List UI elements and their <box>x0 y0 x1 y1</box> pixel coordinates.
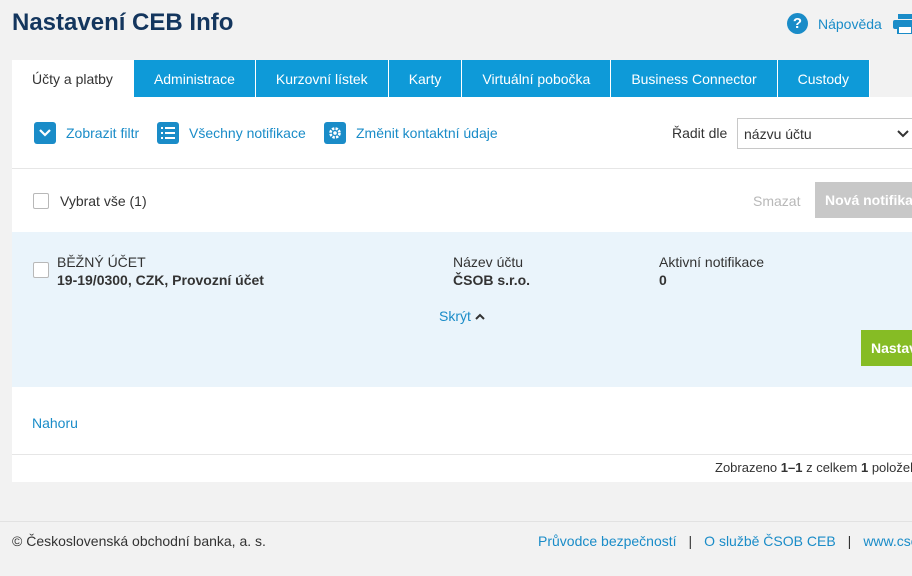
footer-link-website[interactable]: www.csob.cz <box>863 533 912 549</box>
sort-select-value: názvu účtu <box>744 125 812 142</box>
delete-button[interactable]: Smazat <box>753 193 800 209</box>
chevron-down-icon <box>34 122 56 144</box>
pagination-prefix: Zobrazeno <box>715 460 781 475</box>
footer: © Československá obchodní banka, a. s. P… <box>0 521 912 576</box>
footer-links: Průvodce bezpečností | O službě ČSOB CEB… <box>538 533 912 549</box>
show-filter-label: Zobrazit filtr <box>66 125 140 141</box>
chevron-down-icon <box>897 126 909 141</box>
gear-icon <box>324 122 346 144</box>
selection-bar: Vybrat vše (1) Smazat Nová notifikace <box>12 169 912 232</box>
pagination-range: 1–1 <box>780 460 803 475</box>
select-all-label: Vybrat vše (1) <box>60 193 147 209</box>
help-icon: ? <box>787 13 808 34</box>
account-name-value: ČSOB s.r.o. <box>453 272 531 288</box>
new-notification-button[interactable]: Nová notifikace <box>815 182 912 218</box>
footer-link-about-service[interactable]: O službě ČSOB CEB <box>704 533 836 549</box>
active-notifications-label: Aktivní notifikace <box>659 254 765 270</box>
change-contact-button[interactable]: Změnit kontaktní údaje <box>324 122 498 144</box>
list-icon <box>157 122 179 144</box>
account-number: 19-19/0300, CZK, Provozní účet <box>57 272 264 288</box>
account-row-checkbox[interactable] <box>33 262 49 278</box>
hide-label: Skrýt <box>439 308 471 324</box>
tab-custody[interactable]: Custody <box>777 60 870 97</box>
show-filter-button[interactable]: Zobrazit filtr <box>34 122 139 144</box>
tab-virtual-branch[interactable]: Virtuální pobočka <box>462 60 612 97</box>
toolbar: Zobrazit filtr Všechny notifikace Změnit… <box>12 97 912 169</box>
footer-separator: | <box>688 533 693 549</box>
all-notifications-button[interactable]: Všechny notifikace <box>157 122 306 144</box>
change-contact-label: Změnit kontaktní údaje <box>356 125 498 141</box>
help-link[interactable]: ? Nápověda <box>787 13 882 34</box>
tab-exchange-rates[interactable]: Kurzovní lístek <box>255 60 389 97</box>
sort-select[interactable]: názvu účtu <box>737 118 912 149</box>
account-type: BĚŽNÝ ÚČET <box>57 254 146 270</box>
chevron-up-icon <box>475 313 485 320</box>
back-to-top-link[interactable]: Nahoru <box>32 415 78 431</box>
hide-link[interactable]: Skrýt <box>439 308 485 324</box>
page-title: Nastavení CEB Info <box>12 9 234 36</box>
pagination-info: Zobrazeno 1–1 z celkem 1 položek <box>715 460 912 475</box>
divider <box>12 454 912 455</box>
all-notifications-label: Všechny notifikace <box>189 125 306 141</box>
tab-administration[interactable]: Administrace <box>133 60 256 97</box>
account-name-label: Název účtu <box>453 254 524 270</box>
footer-separator: | <box>847 533 852 549</box>
content-panel: Zobrazit filtr Všechny notifikace Změnit… <box>12 97 912 482</box>
footer-link-security-guide[interactable]: Průvodce bezpečností <box>538 533 677 549</box>
sort-label: Řadit dle <box>672 125 728 141</box>
tab-business-connector[interactable]: Business Connector <box>611 60 778 97</box>
main-tabs: Účty a platby Administrace Kurzovní líst… <box>12 60 870 97</box>
print-icon[interactable] <box>893 14 912 34</box>
copyright: © Československá obchodní banka, a. s. <box>12 533 266 549</box>
active-notifications-value: 0 <box>659 272 667 288</box>
select-all-checkbox[interactable] <box>33 193 49 209</box>
settings-button[interactable]: Nastavit <box>861 330 912 366</box>
account-row: BĚŽNÝ ÚČET 19-19/0300, CZK, Provozní úče… <box>12 232 912 387</box>
pagination-middle: z celkem <box>802 460 861 475</box>
tab-cards[interactable]: Karty <box>388 60 463 97</box>
tab-accounts-payments[interactable]: Účty a platby <box>12 60 134 97</box>
help-label: Nápověda <box>818 15 882 32</box>
pagination-suffix: položek <box>868 460 912 475</box>
